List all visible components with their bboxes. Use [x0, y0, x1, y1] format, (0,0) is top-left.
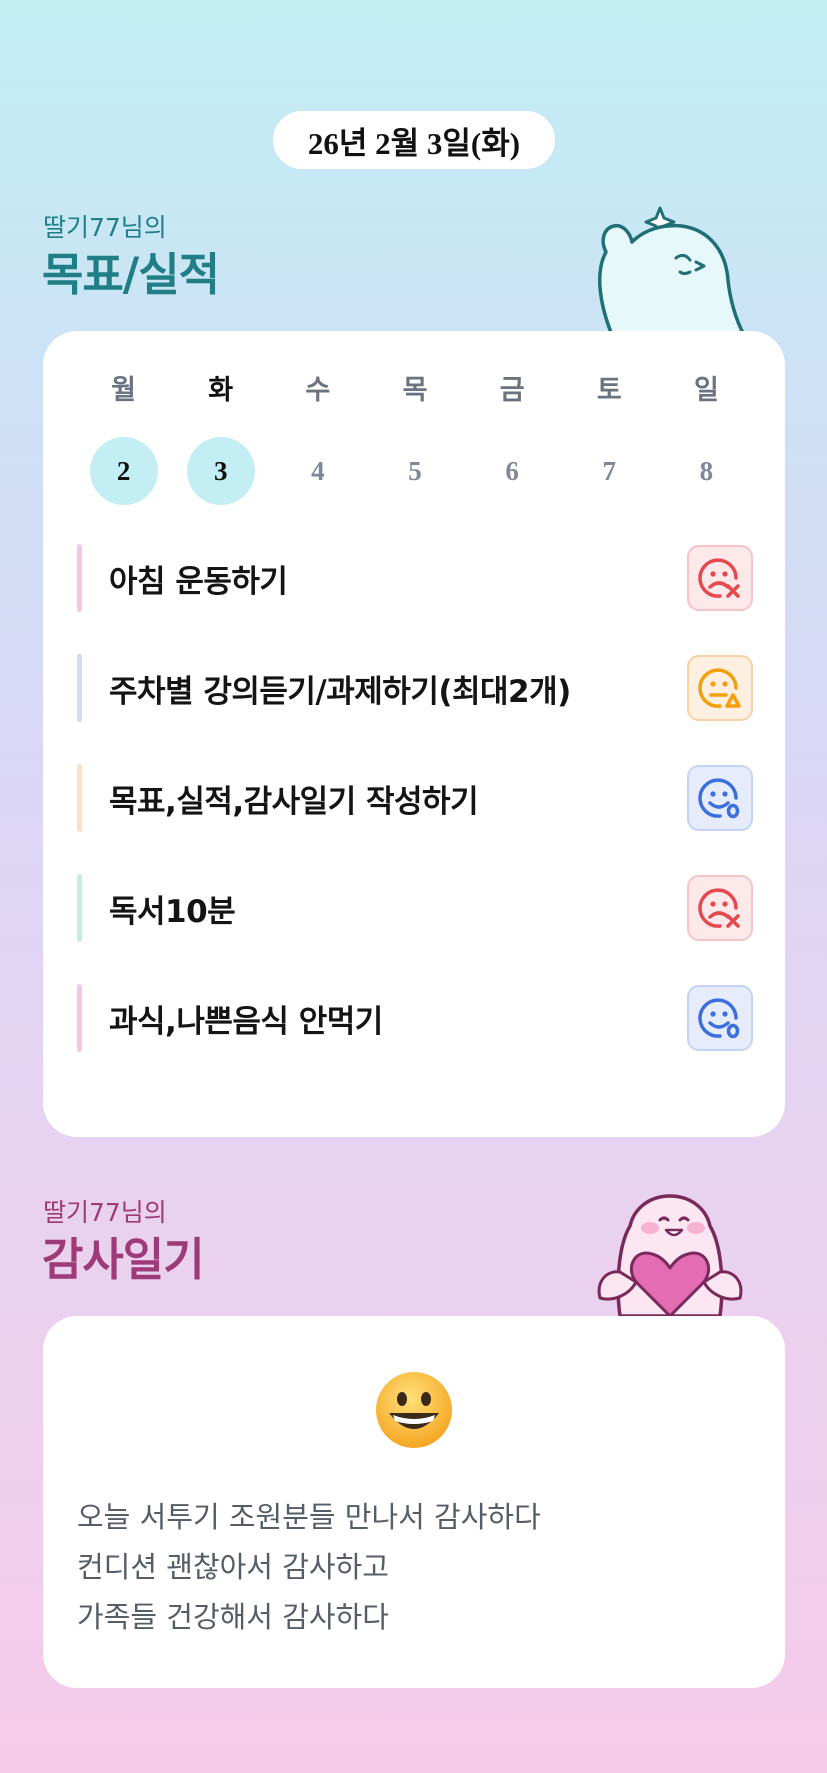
goal-row[interactable]: 주차별 강의듣기/과제하기(최대2개)	[77, 653, 753, 723]
day-column[interactable]: 금6	[464, 371, 561, 505]
goal-row[interactable]: 독서10분	[77, 873, 753, 943]
goal-color-bar	[77, 544, 82, 612]
goal-text: 과식,나쁜음식 안먹기	[109, 1003, 383, 1040]
day-column[interactable]: 월2	[75, 371, 172, 505]
grinning-face-icon	[376, 1372, 452, 1448]
day-column[interactable]: 화3	[172, 371, 269, 505]
day-column[interactable]: 토7	[561, 371, 658, 505]
goal-text: 목표,실적,감사일기 작성하기	[109, 783, 479, 820]
day-label: 수	[305, 375, 331, 406]
sad-face-x-icon[interactable]	[687, 875, 753, 941]
day-label: 월	[111, 375, 136, 406]
day-date[interactable]: 8	[672, 437, 740, 505]
date-pill[interactable]: 26년 2월 3일(화)	[273, 111, 555, 169]
day-column[interactable]: 목5	[366, 371, 463, 505]
goal-color-bar	[77, 654, 82, 722]
day-date[interactable]: 7	[575, 437, 643, 505]
date-label: 26년 2월 3일(화)	[307, 125, 521, 161]
goals-section-title: 목표/실적	[42, 248, 220, 301]
day-label: 금	[499, 375, 525, 406]
goal-row[interactable]: 목표,실적,감사일기 작성하기	[77, 763, 753, 833]
goal-color-bar	[77, 984, 82, 1052]
goal-row[interactable]: 과식,나쁜음식 안먹기	[77, 983, 753, 1053]
day-label: 토	[596, 375, 622, 406]
goals-card: 월2화3수4목5금6토7일8 아침 운동하기 주차별 강의듣기/과제하기(최대2개…	[43, 331, 785, 1137]
goal-color-bar	[77, 764, 82, 832]
day-date[interactable]: 2	[89, 437, 158, 505]
smile-face-o-icon[interactable]	[687, 985, 753, 1051]
day-label: 목	[402, 375, 428, 406]
goal-text: 독서10분	[109, 893, 236, 930]
sad-face-x-icon[interactable]	[687, 545, 753, 611]
day-label: 일	[693, 375, 719, 406]
gratitude-card: 오늘 서투기 조원분들 만나서 감사하다 컨디션 괜찮아서 감사하고 가족들 건…	[43, 1316, 785, 1688]
day-date[interactable]: 3	[186, 437, 255, 505]
goal-color-bar	[77, 874, 82, 942]
day-column[interactable]: 수4	[269, 371, 366, 505]
day-column[interactable]: 일8	[658, 371, 755, 505]
day-date[interactable]: 4	[284, 437, 352, 505]
day-date[interactable]: 6	[478, 437, 546, 505]
day-date[interactable]: 5	[381, 437, 449, 505]
heart-mascot-icon	[597, 1194, 743, 1316]
goal-row[interactable]: 아침 운동하기	[77, 543, 753, 613]
smile-face-o-icon[interactable]	[687, 765, 753, 831]
gratitude-section-title: 감사일기	[42, 1233, 205, 1286]
goal-text: 아침 운동하기	[109, 563, 288, 600]
waving-mascot-icon	[598, 206, 746, 335]
neutral-face-triangle-icon[interactable]	[687, 655, 753, 721]
week-calendar: 월2화3수4목5금6토7일8	[75, 371, 755, 505]
gratitude-line-3: 가족들 건강해서 감사하다	[77, 1600, 389, 1634]
goal-text: 주차별 강의듣기/과제하기(최대2개)	[109, 673, 571, 710]
gratitude-line-2: 컨디션 괜찮아서 감사하고	[77, 1550, 389, 1584]
day-label: 화	[208, 375, 234, 406]
gratitude-line-1: 오늘 서투기 조원분들 만나서 감사하다	[77, 1500, 541, 1534]
